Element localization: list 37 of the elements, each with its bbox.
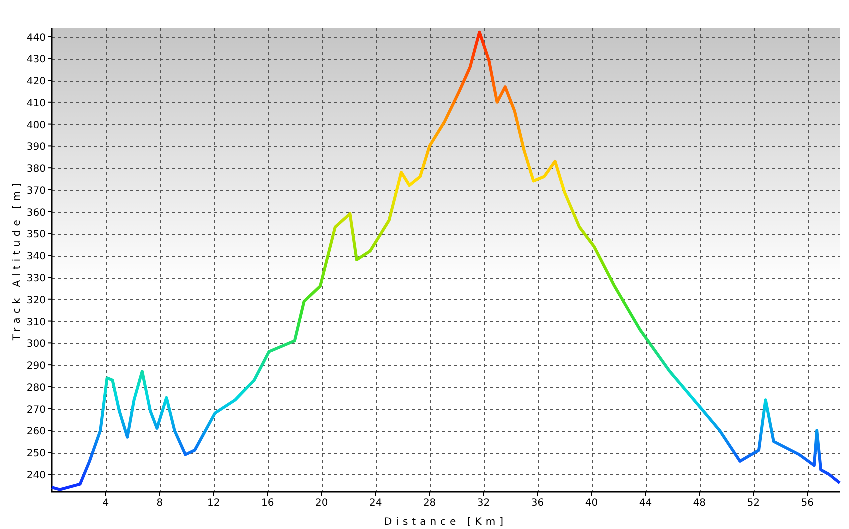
x-axis-title: Distance [Km] xyxy=(384,517,508,528)
x-tick-label: 48 xyxy=(693,498,706,509)
y-tick-label: 330 xyxy=(26,274,46,284)
y-tick-label: 320 xyxy=(26,295,46,306)
y-tick-label: 240 xyxy=(26,470,46,482)
y-tick-label: 300 xyxy=(26,339,46,350)
x-tick-label: 32 xyxy=(477,498,490,509)
y-tick-label: 420 xyxy=(26,76,46,88)
y-tick-label: 440 xyxy=(26,32,46,44)
y-tick-label: 380 xyxy=(26,164,46,176)
y-tick-label: 290 xyxy=(26,361,46,372)
y-axis-title: Track Altitude [m] xyxy=(12,179,23,341)
y-tick-label: 270 xyxy=(26,404,46,416)
x-tick-label: 4 xyxy=(102,498,110,509)
y-tick-label: 310 xyxy=(26,317,46,328)
y-tick-label: 410 xyxy=(26,98,46,110)
y-tick-label: 390 xyxy=(26,142,46,154)
y-tick-label: 370 xyxy=(26,186,46,197)
y-tick-label: 360 xyxy=(26,208,46,219)
x-tick-label: 8 xyxy=(156,498,164,509)
x-tick-label: 40 xyxy=(585,498,598,509)
y-tick-label: 430 xyxy=(26,54,46,66)
y-tick-label: 250 xyxy=(26,448,46,460)
y-tick-label: 400 xyxy=(26,120,46,132)
x-tick-label: 36 xyxy=(531,498,544,509)
x-tick-label: 44 xyxy=(639,498,652,509)
x-tick-label: 52 xyxy=(747,498,760,509)
x-tick-label: 24 xyxy=(369,498,382,509)
y-tick-label: 340 xyxy=(26,252,46,263)
x-tick-label: 12 xyxy=(208,498,220,509)
y-tick-label: 350 xyxy=(26,230,46,241)
x-tick-label: 56 xyxy=(801,498,814,509)
y-tick-label: 260 xyxy=(26,426,46,438)
x-tick-label: 28 xyxy=(423,498,436,509)
y-tick-label: 280 xyxy=(26,382,46,394)
x-tick-label: 16 xyxy=(262,498,274,509)
x-tick-label: 20 xyxy=(316,498,328,509)
